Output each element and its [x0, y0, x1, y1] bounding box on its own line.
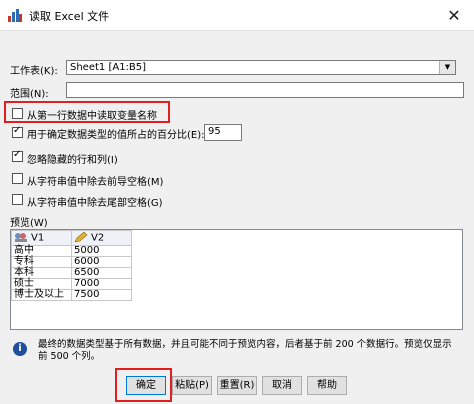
table-cell: 专科	[11, 256, 72, 268]
percent-label[interactable]: 用于确定数据类型的值所占的百分比(E):	[27, 126, 205, 141]
reset-button[interactable]: 重置(R)	[217, 376, 257, 395]
column-name: V1	[31, 232, 45, 244]
ignore-hidden-label[interactable]: 忽略隐藏的行和列(I)	[27, 151, 118, 166]
info-bar: i 最终的数据类型基于所有数据，并且可能不同于预览内容，后者基于前 200 个数…	[10, 337, 463, 367]
table-cell: 本科	[11, 267, 72, 279]
preview-grid: V1 V2 高中 5000 专科 6000 本科 6500 硕士 7000 博士…	[11, 230, 132, 301]
info-icon: i	[13, 342, 27, 356]
trim-leading-checkbox[interactable]	[12, 173, 23, 184]
help-button[interactable]: 帮助	[307, 376, 347, 395]
table-cell: 高中	[11, 245, 72, 257]
info-text: 最终的数据类型基于所有数据，并且可能不同于预览内容，后者基于前 200 个数据行…	[38, 339, 452, 362]
trim-leading-label[interactable]: 从字符串值中除去前导空格(M)	[27, 173, 163, 188]
table-cell: 硕士	[11, 278, 72, 290]
table-cell: 5000	[71, 245, 132, 257]
preview-table[interactable]: V1 V2 高中 5000 专科 6000 本科 6500 硕士 7000 博士…	[10, 229, 463, 330]
title-bar: 读取 Excel 文件 ✕	[0, 0, 474, 31]
ignore-hidden-checkbox[interactable]	[12, 149, 23, 162]
table-row: 硕士 7000	[11, 278, 132, 290]
range-label: 范围(N):	[10, 89, 49, 100]
nominal-string-icon	[15, 233, 27, 243]
read-excel-dialog: 读取 Excel 文件 ✕ 工作表(K): Sheet1 [A1:B5] ▼ 范…	[0, 0, 474, 404]
close-button[interactable]: ✕	[434, 0, 474, 30]
scale-pencil-icon	[74, 232, 88, 243]
table-row: 本科 6500	[11, 267, 132, 279]
highlight-box-read-names	[4, 101, 170, 123]
window-title: 读取 Excel 文件	[29, 10, 110, 23]
paste-button[interactable]: 粘贴(P)	[172, 376, 212, 395]
trim-trailing-checkbox[interactable]	[12, 194, 23, 205]
table-row: 专科 6000	[11, 256, 132, 268]
table-cell: 6500	[71, 267, 132, 279]
highlight-box-ok	[115, 368, 172, 402]
chevron-down-icon[interactable]: ▼	[439, 61, 455, 74]
table-cell: 7000	[71, 278, 132, 290]
percent-checkbox[interactable]	[12, 125, 23, 138]
table-row: 博士及以上 7500	[11, 289, 132, 301]
table-cell: 7500	[71, 289, 132, 301]
column-header-v1[interactable]: V1	[11, 230, 72, 246]
worksheet-select[interactable]: Sheet1 [A1:B5] ▼	[66, 60, 456, 75]
close-icon: ✕	[447, 5, 461, 25]
column-header-v2[interactable]: V2	[71, 230, 132, 246]
preview-label: 预览(W)	[10, 218, 48, 229]
worksheet-value: Sheet1 [A1:B5]	[70, 62, 147, 73]
worksheet-label: 工作表(K):	[10, 66, 58, 77]
trim-trailing-label[interactable]: 从字符串值中除去尾部空格(G)	[27, 194, 163, 209]
cancel-button[interactable]: 取消	[262, 376, 302, 395]
table-row: 高中 5000	[11, 245, 132, 257]
range-input[interactable]	[66, 82, 464, 98]
column-name: V2	[91, 232, 105, 244]
percent-input[interactable]: 95	[204, 124, 242, 141]
table-cell: 博士及以上	[11, 289, 72, 301]
table-cell: 6000	[71, 256, 132, 268]
spss-app-icon	[8, 9, 22, 22]
